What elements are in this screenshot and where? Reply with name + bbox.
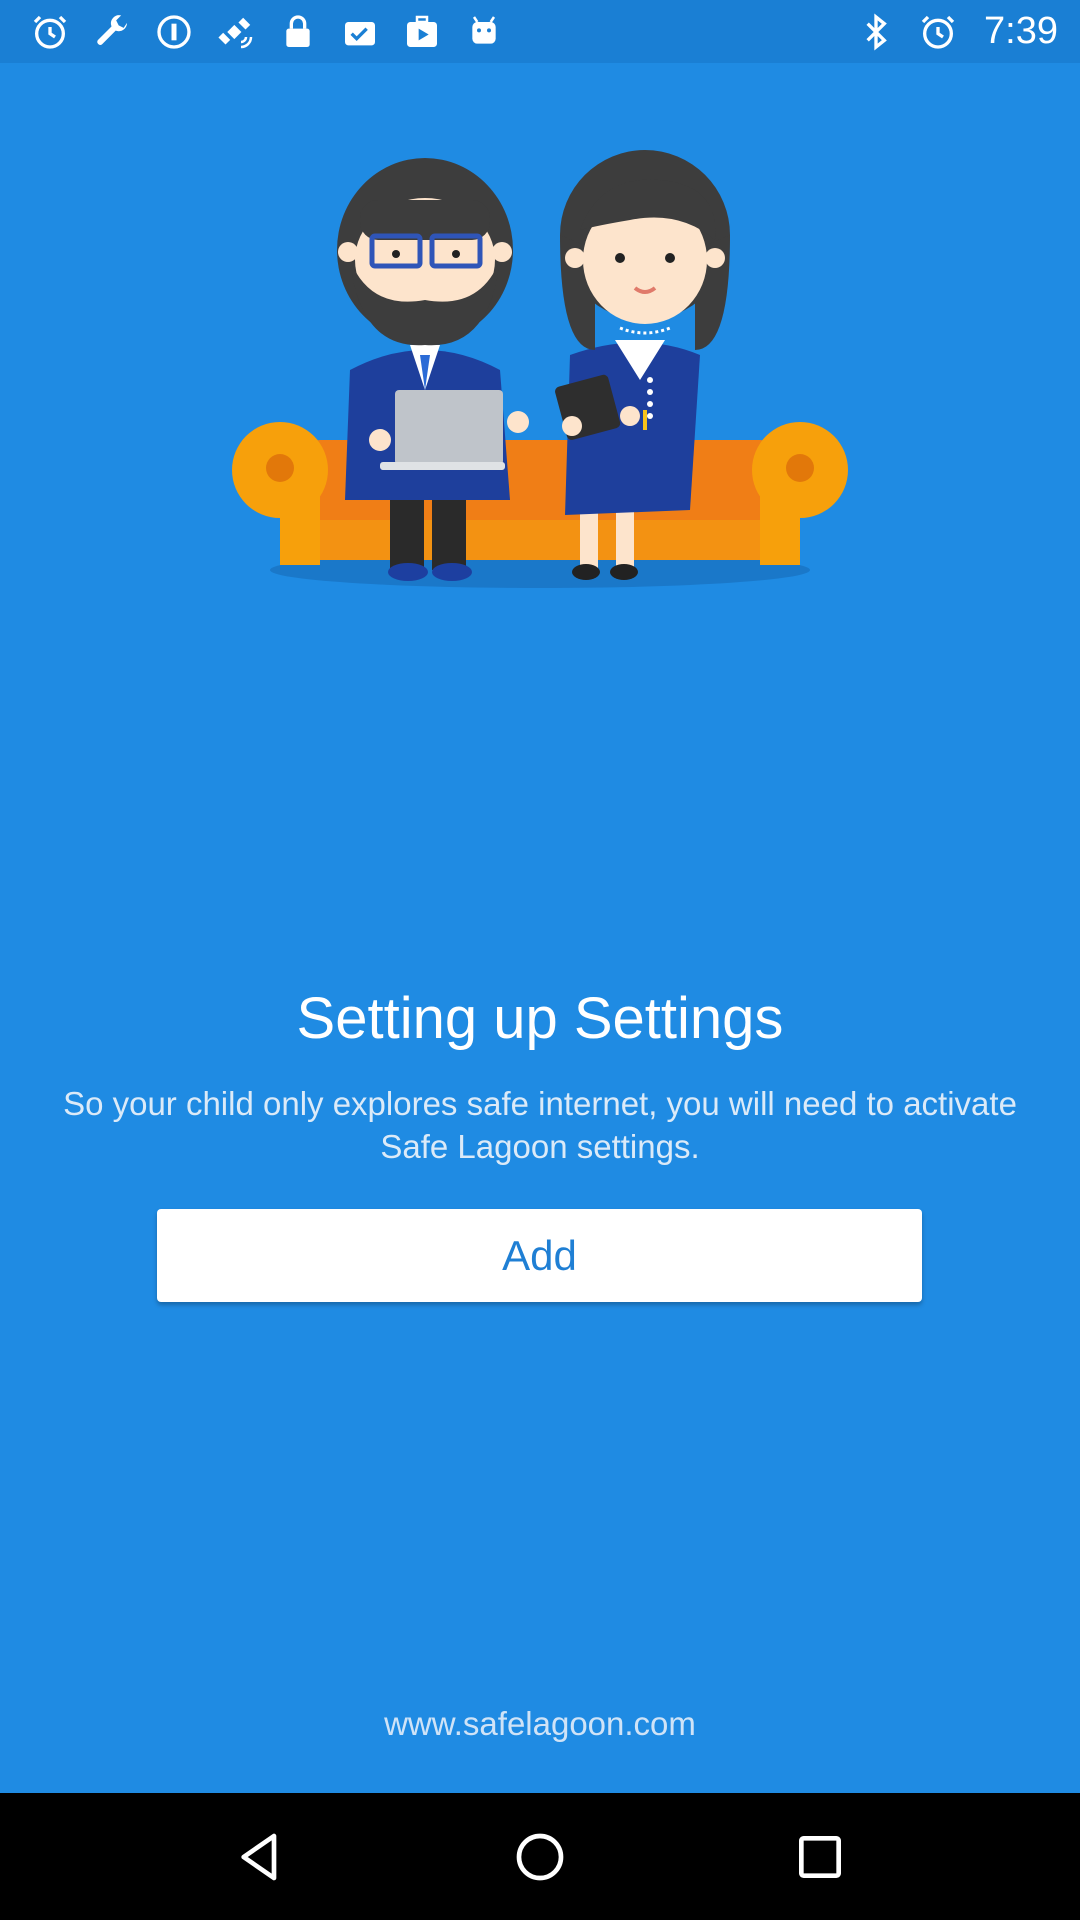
status-right-icons: 7:39 xyxy=(852,8,1058,56)
lock-icon xyxy=(274,8,322,56)
couple-on-sofa-illustration xyxy=(220,140,860,600)
recents-icon xyxy=(799,1835,841,1878)
status-left-icons xyxy=(26,8,508,56)
back-icon xyxy=(241,1833,277,1880)
info-circle-icon xyxy=(150,8,198,56)
android-icon xyxy=(460,8,508,56)
recents-button[interactable] xyxy=(775,1812,865,1902)
back-button[interactable] xyxy=(215,1812,305,1902)
add-button[interactable]: Add xyxy=(157,1209,922,1302)
description-text: So your child only explores safe interne… xyxy=(63,1085,1017,1165)
home-button[interactable] xyxy=(495,1812,585,1902)
play-store-icon xyxy=(398,8,446,56)
status-bar: 7:39 xyxy=(0,0,1080,63)
screen: 7:39 Setting up Settings So your child o… xyxy=(0,0,1080,1920)
alarm-icon xyxy=(26,8,74,56)
fake-gps-satellite-icon xyxy=(212,8,260,56)
checklist-icon xyxy=(336,8,384,56)
website-link[interactable]: www.safelagoon.com xyxy=(0,1705,1080,1743)
wrench-icon xyxy=(88,8,136,56)
page-title: Setting up Settings xyxy=(296,986,784,1051)
navigation-bar xyxy=(0,1793,1080,1920)
status-time: 7:39 xyxy=(984,10,1058,52)
alarm-icon xyxy=(914,8,962,56)
home-icon xyxy=(516,1833,564,1880)
bluetooth-icon xyxy=(852,8,900,56)
